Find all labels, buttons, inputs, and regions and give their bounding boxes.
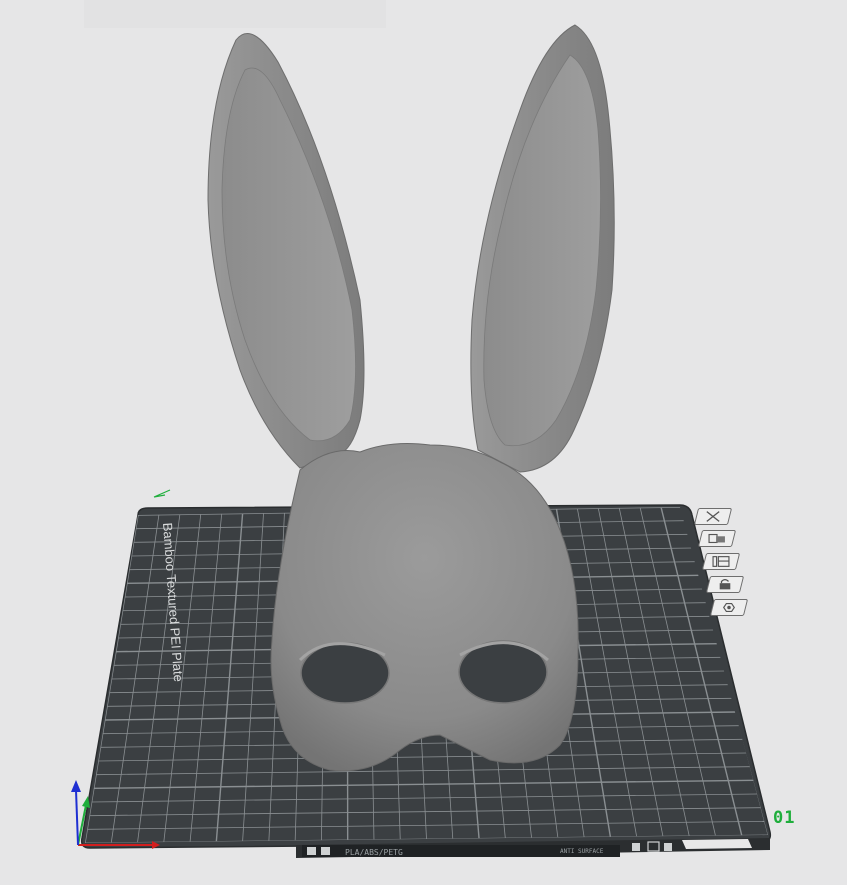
orient-icon bbox=[712, 556, 730, 567]
plate-number-label: 01 bbox=[773, 808, 796, 828]
plate-origin-mark bbox=[153, 489, 171, 498]
arrange-icon bbox=[708, 533, 725, 544]
arrange-button[interactable] bbox=[697, 530, 737, 547]
surface-label: ANTI SURFACE bbox=[560, 848, 604, 855]
settings-icon bbox=[723, 602, 735, 613]
filament-type-label: PLA/ABS/PETG bbox=[345, 848, 403, 857]
lock-plate-button[interactable] bbox=[705, 576, 745, 593]
remove-plate-icon bbox=[706, 511, 720, 522]
lock-icon bbox=[719, 579, 731, 590]
remove-plate-button[interactable] bbox=[693, 508, 733, 525]
plate-settings-button[interactable] bbox=[709, 599, 749, 616]
3d-viewport[interactable]: Bamboo Textured PEI Plate PLA/ABS/PETG A… bbox=[0, 0, 847, 885]
orient-button[interactable] bbox=[701, 553, 741, 570]
